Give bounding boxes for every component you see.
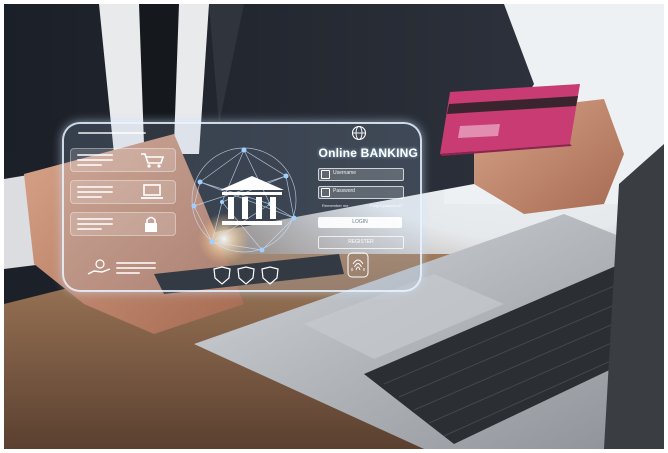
- laptop-icon: [141, 184, 163, 199]
- side-card-laptop: [70, 180, 176, 204]
- lock-icon: [145, 216, 157, 232]
- photo-frame: Online BANKING Username Password Remembe…: [4, 4, 664, 449]
- user-icon: [321, 170, 330, 179]
- bank-icon: [191, 147, 297, 253]
- register-button[interactable]: REGISTER: [318, 236, 404, 249]
- login-button[interactable]: LOGIN: [318, 217, 402, 228]
- shield-icon: [237, 266, 255, 285]
- globe-icon: [351, 125, 367, 141]
- shield-icon: [261, 266, 279, 285]
- bottom-shield-icons: [213, 266, 279, 285]
- password-field[interactable]: Password: [318, 186, 404, 199]
- hologram-title: Online BANKING: [318, 146, 418, 160]
- shield-icon: [213, 266, 231, 285]
- lock-icon: [321, 188, 330, 197]
- password-placeholder: Password: [333, 188, 355, 194]
- credit-card: [440, 84, 580, 156]
- side-card-cart: [70, 148, 176, 172]
- hand-money-text-lines: [116, 262, 156, 277]
- username-placeholder: Username: [333, 170, 357, 176]
- username-field[interactable]: Username: [318, 168, 404, 181]
- online-banking-hologram: Online BANKING Username Password Remembe…: [62, 122, 422, 292]
- hologram-header-line: [78, 132, 146, 134]
- side-card-lock: [70, 212, 176, 236]
- hand-money-icon: [87, 259, 111, 275]
- cart-icon: [141, 153, 165, 168]
- fingerprint-icon[interactable]: [347, 252, 369, 278]
- remember-me-text[interactable]: Remember me: [322, 203, 348, 208]
- forgot-password-link[interactable]: Forgot password?: [370, 203, 402, 208]
